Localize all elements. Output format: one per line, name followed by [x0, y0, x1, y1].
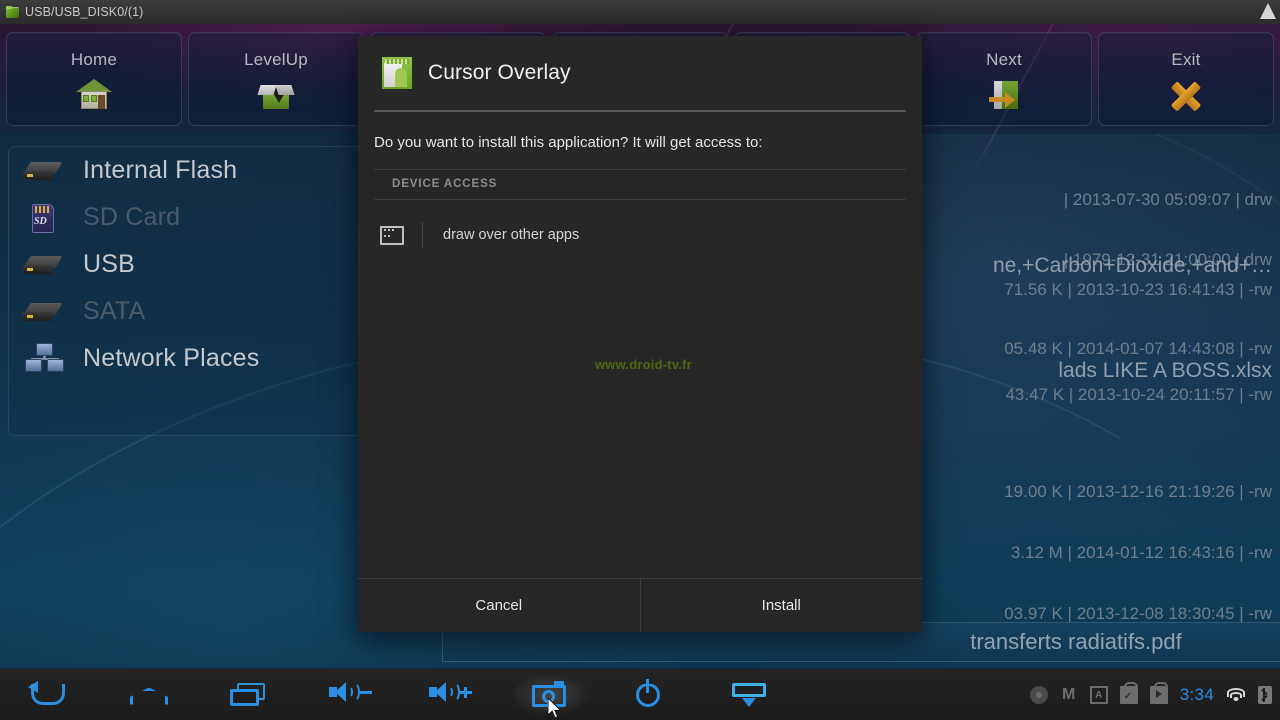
volume-down-icon	[327, 680, 373, 710]
install-button[interactable]: Install	[641, 579, 923, 632]
tab-label: Next	[986, 50, 1022, 69]
site-watermark: www.droid-tv.fr	[595, 357, 692, 372]
scroll-up-arrow-icon[interactable]	[1260, 3, 1276, 19]
gmail-icon: M	[1062, 685, 1076, 703]
orange-x-icon	[1165, 77, 1207, 113]
open-box-up-icon	[255, 77, 297, 113]
android-apk-icon	[382, 57, 412, 89]
tab-label: Home	[70, 50, 118, 69]
bluetooth-icon	[1258, 685, 1272, 704]
place-label: SD Card	[83, 203, 181, 231]
home-button[interactable]	[100, 669, 200, 720]
house-icon	[73, 77, 115, 113]
tab-label: Exit	[1171, 50, 1201, 69]
mouse-cursor	[548, 698, 562, 719]
tab-next[interactable]: Next	[916, 32, 1092, 126]
cancel-button[interactable]: Cancel	[358, 579, 640, 632]
power-button[interactable]	[600, 669, 700, 720]
draw-over-apps-icon	[380, 225, 404, 245]
tab-label: LevelUp	[244, 50, 308, 69]
permission-section-header: DEVICE ACCESS	[374, 169, 906, 200]
tab-levelup[interactable]: LevelUp	[188, 32, 364, 126]
permission-divider	[422, 222, 423, 248]
keyboard-a-icon: A	[1089, 685, 1108, 704]
folder-icon	[6, 6, 19, 18]
hard-disk-icon	[23, 154, 65, 188]
network-places-icon	[23, 342, 65, 376]
home-icon	[127, 680, 173, 710]
recents-button[interactable]	[200, 669, 300, 720]
place-label: Internal Flash	[83, 156, 238, 184]
wifi-icon	[1226, 687, 1246, 703]
tab-home[interactable]: Home	[6, 32, 182, 126]
permission-list: draw over other apps	[358, 200, 922, 578]
play-store-check-icon: ✓	[1119, 681, 1138, 704]
circle-status-icon	[1029, 685, 1048, 704]
play-store-icon	[1149, 681, 1168, 704]
place-label: USB	[83, 250, 136, 278]
dialog-question: Do you want to install this application?…	[374, 134, 763, 151]
volume-up-button[interactable]	[400, 669, 500, 720]
recents-icon	[227, 680, 273, 710]
volume-up-icon	[427, 680, 473, 710]
clock: 3:34	[1179, 684, 1214, 704]
title-bar: USB/USB_DISK0/(1)	[0, 0, 1280, 24]
dialog-header: Cursor Overlay	[358, 36, 922, 110]
dialog-buttons: Cancel Install	[358, 578, 922, 632]
permission-item: draw over other apps	[358, 214, 922, 256]
door-exit-arrow-icon	[983, 77, 1025, 113]
tab-exit[interactable]: Exit	[1098, 32, 1274, 126]
place-label: Network Places	[83, 344, 260, 372]
volume-down-button[interactable]	[300, 669, 400, 720]
back-button[interactable]	[0, 669, 100, 720]
permission-label: draw over other apps	[443, 227, 580, 243]
place-label: SATA	[83, 297, 146, 325]
status-tray: M A ✓ 3:34	[1029, 681, 1280, 705]
hard-disk-icon	[23, 248, 65, 282]
sd-card-icon: SD	[23, 201, 65, 235]
install-dialog: Cursor Overlay Do you want to install th…	[358, 36, 922, 632]
power-icon	[627, 677, 673, 710]
dialog-title: Cursor Overlay	[428, 61, 571, 84]
display-dropdown-icon	[727, 680, 773, 710]
navigation-bar: M A ✓ 3:34	[0, 668, 1280, 720]
selected-file-name: transferts radiatifs.pdf	[970, 629, 1182, 654]
hard-disk-icon	[23, 295, 65, 329]
back-arrow-icon	[27, 680, 73, 710]
breadcrumb-path: USB/USB_DISK0/(1)	[25, 5, 144, 19]
display-button[interactable]	[700, 669, 800, 720]
